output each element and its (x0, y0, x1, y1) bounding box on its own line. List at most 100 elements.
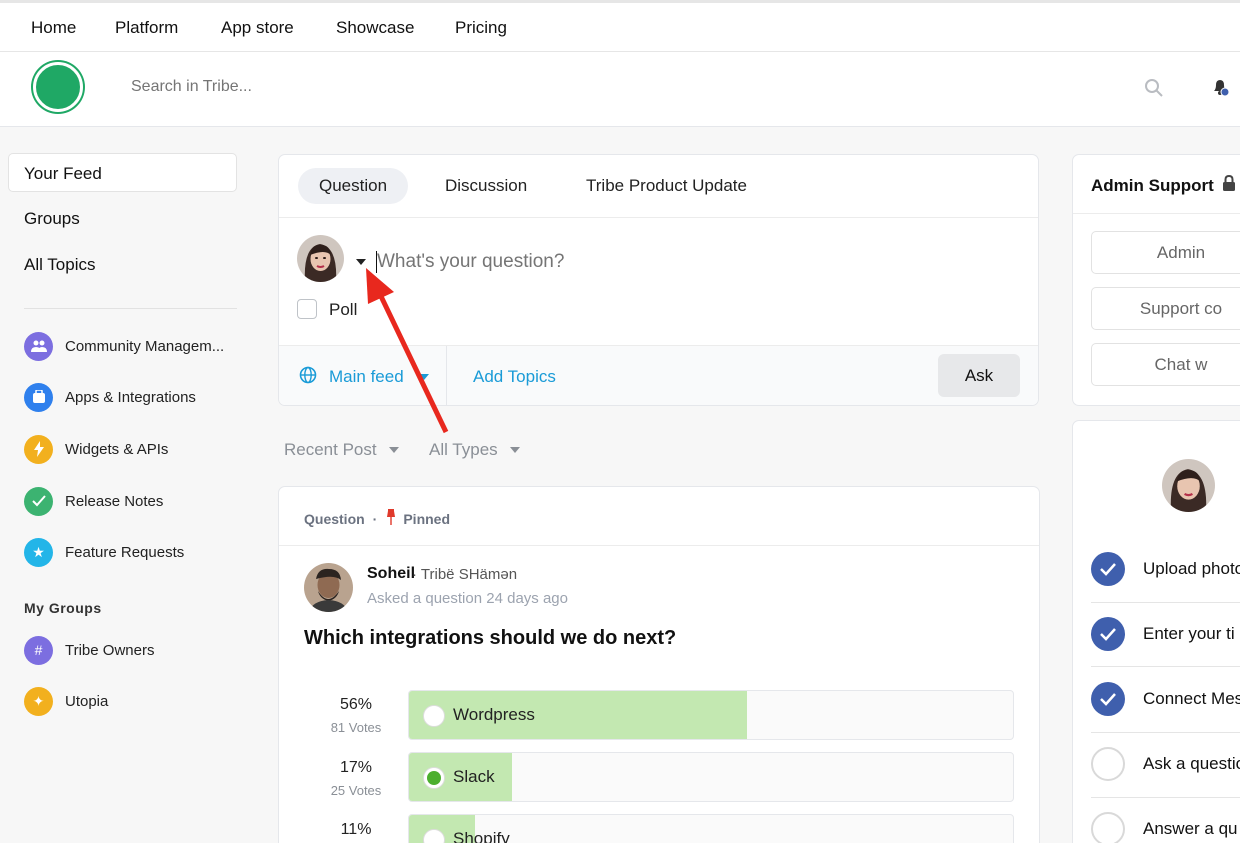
type-filter-label: All Types (429, 440, 498, 459)
onboarding-step[interactable]: Enter your ti (1091, 616, 1235, 652)
nav-pricing[interactable]: Pricing (455, 18, 507, 38)
topic-label: Community Managem... (65, 337, 225, 355)
step-label: Upload photo (1143, 559, 1240, 578)
option-label: Shopify (453, 829, 510, 843)
author-dropdown-caret-icon[interactable] (356, 259, 366, 265)
empty-circle-icon (1091, 812, 1125, 843)
poll-checkbox[interactable] (297, 299, 317, 319)
author-role: · Tribë SHämən (412, 566, 518, 583)
globe-icon (299, 366, 317, 389)
sidebar-item-groups[interactable]: Groups (24, 209, 80, 229)
app-icon (24, 382, 53, 412)
check-circle-icon (1091, 617, 1125, 651)
poll-option-wordpress[interactable]: Wordpress (408, 690, 1014, 740)
author-name[interactable]: Soheil (367, 565, 415, 583)
step-label: Enter your ti (1143, 624, 1235, 643)
option-label: Wordpress (453, 705, 535, 724)
author-avatar[interactable] (304, 563, 353, 612)
option-label: Slack (453, 767, 495, 786)
onboarding-step[interactable]: Answer a qu (1091, 811, 1238, 843)
separator-dot: · (372, 510, 378, 527)
lightning-icon (24, 434, 53, 464)
sidebar-group-utopia[interactable]: ✦ Utopia (24, 686, 108, 716)
step-divider (1091, 732, 1240, 733)
step-divider (1091, 666, 1240, 667)
sidebar-item-all-topics[interactable]: All Topics (24, 255, 96, 275)
sort-filter-label: Recent Post (284, 440, 377, 459)
chevron-down-icon[interactable] (419, 374, 429, 380)
nav-app-store[interactable]: App store (221, 18, 294, 38)
star-icon: ★ (24, 537, 53, 567)
sidebar-topic-release-notes[interactable]: Release Notes (24, 486, 163, 516)
pinned-label: Pinned (403, 510, 451, 527)
author-role-text: Tribë SHämən (420, 566, 518, 583)
step-label: Ask a questio (1143, 754, 1240, 773)
top-navigation: Home Platform App store Showcase Pricing (0, 0, 1240, 52)
nav-home[interactable]: Home (31, 18, 76, 38)
search-input[interactable] (131, 78, 431, 96)
option-votes: 25 Votes (330, 783, 382, 798)
onboarding-step[interactable]: Upload photo (1091, 551, 1240, 587)
option-percent: 11% (340, 821, 372, 838)
user-avatar[interactable] (297, 235, 344, 282)
sidebar-divider (24, 308, 237, 309)
sidebar-topic-widgets-apis[interactable]: Widgets & APIs (24, 434, 168, 464)
tab-discussion[interactable]: Discussion (424, 168, 548, 204)
post-divider (279, 545, 1039, 546)
type-filter-dropdown[interactable]: All Types (429, 440, 520, 460)
post-header: Question · Pinned (304, 509, 450, 528)
onboarding-step[interactable]: Connect Mes (1091, 681, 1240, 717)
post-card: Question · Pinned Soheil · Tribë SHämən … (278, 486, 1040, 843)
post-type-label: Question (304, 510, 365, 527)
tab-tribe-product-update[interactable]: Tribe Product Update (565, 168, 768, 204)
topic-label: Release Notes (65, 492, 164, 510)
nav-platform[interactable]: Platform (115, 18, 178, 38)
add-topics-button[interactable]: Add Topics (473, 367, 556, 387)
question-input[interactable] (377, 251, 877, 273)
poll-option-shopify[interactable]: Shopify (408, 814, 1014, 843)
notification-bell-icon[interactable] (1210, 76, 1232, 103)
widget-divider (1073, 213, 1240, 214)
option-percent: 17% (339, 759, 373, 776)
support-button[interactable]: Support co (1091, 287, 1240, 330)
option-radio-selected[interactable] (423, 767, 445, 789)
sidebar-topic-community-management[interactable]: Community Managem... (24, 331, 224, 361)
sidebar-topic-feature-requests[interactable]: ★ Feature Requests (24, 537, 184, 567)
search-icon[interactable] (1144, 78, 1164, 103)
check-circle-icon (1091, 552, 1125, 586)
post-composer: Question Discussion Tribe Product Update… (278, 154, 1039, 406)
group-label: Utopia (65, 692, 109, 710)
lock-icon (1222, 174, 1236, 196)
onboarding-step[interactable]: Ask a questio (1091, 746, 1240, 782)
topic-label: Widgets & APIs (65, 440, 169, 458)
post-timestamp: Asked a question 24 days ago (367, 590, 568, 607)
nav-showcase[interactable]: Showcase (336, 18, 414, 38)
chat-button[interactable]: Chat w (1091, 343, 1240, 386)
option-radio[interactable] (423, 705, 445, 727)
composer-divider (279, 217, 1038, 218)
sort-filter-dropdown[interactable]: Recent Post (284, 440, 399, 460)
admin-support-widget: Admin Support Admin Support co Chat w (1072, 154, 1240, 406)
community-logo[interactable] (33, 62, 83, 112)
user-avatar[interactable] (1162, 459, 1215, 512)
pin-icon (385, 509, 397, 528)
empty-circle-icon (1091, 747, 1125, 781)
sidebar-group-tribe-owners[interactable]: # Tribe Owners (24, 635, 154, 665)
step-divider (1091, 797, 1240, 798)
feed-selector[interactable]: Main feed (329, 367, 404, 387)
onboarding-widget: Upload photo Enter your ti Connect Mes A… (1072, 420, 1240, 843)
admin-support-title: Admin Support (1091, 174, 1236, 196)
step-divider (1091, 602, 1240, 603)
people-icon (24, 331, 53, 361)
admin-button[interactable]: Admin (1091, 231, 1240, 274)
step-label: Answer a qu (1143, 819, 1238, 838)
check-circle-icon (1091, 682, 1125, 716)
check-icon (24, 486, 53, 516)
poll-label: Poll (329, 300, 358, 319)
tab-question[interactable]: Question (298, 168, 409, 204)
sidebar-topic-apps-integrations[interactable]: Apps & Integrations (24, 382, 196, 412)
post-title[interactable]: Which integrations should we do next? (304, 627, 676, 650)
sidebar-item-your-feed[interactable]: Your Feed (24, 164, 102, 184)
ask-button[interactable]: Ask (938, 354, 1020, 397)
poll-option-slack[interactable]: Slack (408, 752, 1014, 802)
